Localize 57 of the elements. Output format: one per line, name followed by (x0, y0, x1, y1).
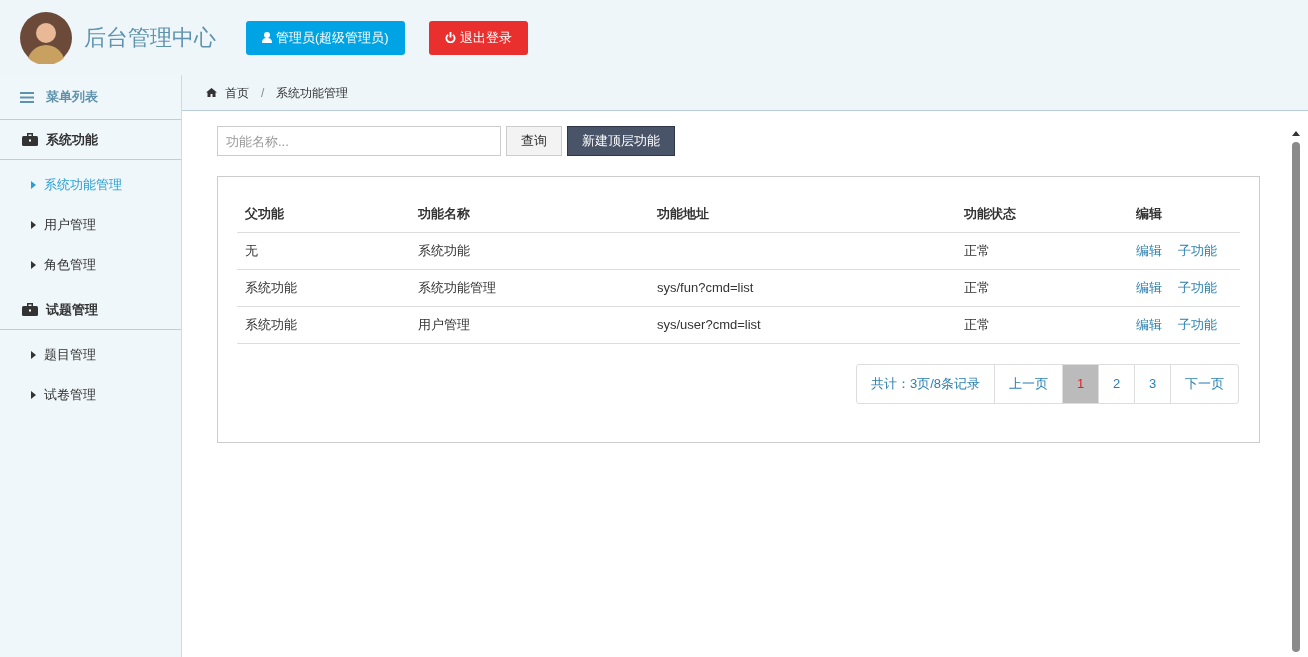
power-icon (444, 32, 456, 43)
caret-icon (31, 351, 36, 359)
action-link[interactable]: 子功能 (1178, 315, 1217, 335)
user-icon (262, 32, 272, 43)
page-link[interactable]: 2 (1099, 365, 1135, 403)
column-header: 功能地址 (657, 206, 709, 222)
column-header: 父功能 (245, 206, 284, 222)
next-page-link[interactable]: 下一页 (1171, 365, 1238, 403)
action-link[interactable]: 编辑 (1136, 241, 1162, 261)
menu-group-title[interactable]: 试题管理 (46, 299, 98, 320)
menu-group-title[interactable]: 系统功能 (46, 129, 98, 150)
avatar (20, 11, 72, 64)
briefcase-icon (22, 303, 38, 316)
table-cell: 系统功能 (245, 280, 297, 296)
table-cell: 系统功能 (245, 317, 297, 333)
app-title: 后台管理中心 (84, 24, 217, 52)
action-link[interactable]: 子功能 (1178, 278, 1217, 298)
caret-icon (31, 181, 36, 189)
menu-item[interactable]: 系统功能管理 (44, 175, 122, 195)
column-header: 功能名称 (418, 206, 470, 222)
user-button[interactable]: 管理员(超级管理员) (246, 20, 405, 55)
new-button[interactable]: 新建顶层功能 (567, 126, 675, 156)
sidebar-title: 菜单列表 (46, 88, 98, 107)
breadcrumb-separator: / (260, 84, 266, 102)
search-field[interactable]: 功能名称... (217, 126, 501, 156)
action-link[interactable]: 子功能 (1178, 241, 1217, 261)
menu-icon (20, 91, 34, 103)
table-cell: 正常 (964, 317, 990, 333)
table-cell: 正常 (964, 243, 990, 259)
menu-item[interactable]: 角色管理 (44, 255, 96, 275)
breadcrumb-current: 系统功能管理 (276, 84, 349, 102)
action-link[interactable]: 编辑 (1136, 278, 1162, 298)
briefcase-icon (22, 133, 38, 146)
table-cell: 系统功能管理 (418, 280, 496, 296)
caret-icon (31, 261, 36, 269)
page-link[interactable]: 3 (1135, 365, 1171, 403)
table-cell: 无 (245, 243, 258, 259)
menu-item[interactable]: 题目管理 (44, 345, 96, 365)
page-link[interactable]: 1 (1063, 365, 1099, 403)
menu-item[interactable]: 试卷管理 (44, 385, 96, 405)
table-cell: 系统功能 (418, 243, 470, 259)
action-link[interactable]: 编辑 (1136, 315, 1162, 335)
breadcrumb-link[interactable]: 首页 (225, 83, 249, 102)
menu-item[interactable]: 用户管理 (44, 215, 96, 235)
home-icon (206, 88, 217, 97)
pagination-summary[interactable]: 共计：3页/8条记录 (856, 365, 995, 403)
column-header: 功能状态 (964, 206, 1016, 222)
logout-button[interactable]: 退出登录 (428, 20, 528, 55)
query-button[interactable]: 查询 (506, 126, 562, 156)
caret-icon (31, 221, 36, 229)
table-cell: sys/fun?cmd=list (657, 280, 754, 296)
scroll-up-icon[interactable] (1292, 131, 1300, 136)
caret-icon (31, 391, 36, 399)
table-cell: 正常 (964, 280, 990, 296)
column-header: 编辑 (1136, 206, 1162, 222)
table-cell: 用户管理 (418, 317, 470, 333)
table-cell: sys/user?cmd=list (657, 317, 761, 333)
